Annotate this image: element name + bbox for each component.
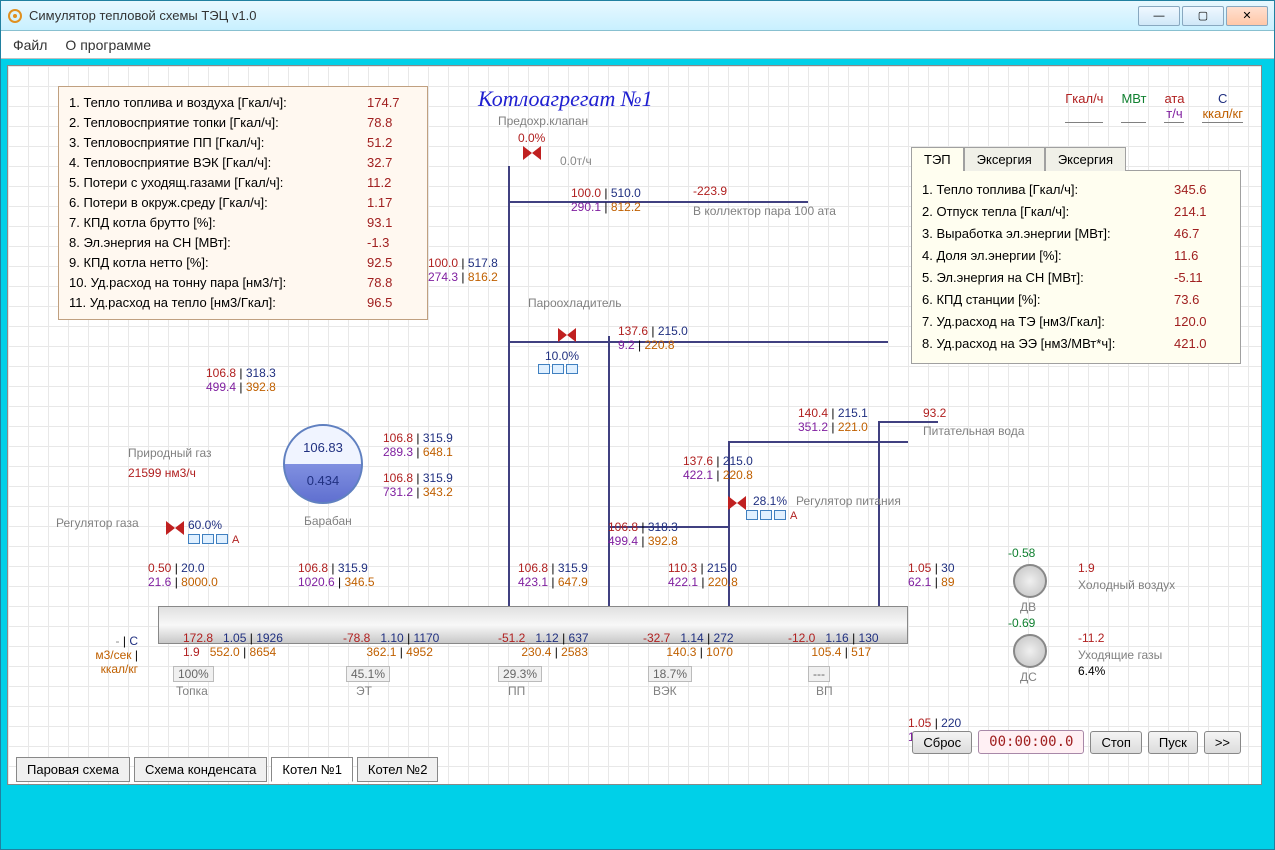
window-title: Симулятор тепловой схемы ТЭЦ v1.0 [29,8,1138,23]
fastforward-button[interactable]: >> [1204,731,1241,754]
desuper-controls[interactable] [538,364,578,374]
tab-steam[interactable]: Паровая схема [16,757,130,782]
left-stats-box: 1. Тепло топлива и воздуха [Гкал/ч]:174.… [58,86,428,320]
units-legend: Гкал/ч МВт атат/ч Сккал/кг [1065,91,1243,123]
drum: 106.83 0.434 [283,424,363,504]
simulation-controls: Сброс 00:00:00.0 Стоп Пуск >> [912,730,1241,754]
gas-controls[interactable]: А [188,534,239,546]
desuper-valve-icon [558,328,576,342]
gas-valve-icon [166,521,184,535]
reset-button[interactable]: Сброс [912,731,972,754]
tab-boiler1[interactable]: Котел №1 [271,757,353,782]
gear-icon [7,8,23,24]
titlebar: Симулятор тепловой схемы ТЭЦ v1.0 — ▢ ✕ [1,1,1274,31]
safety-valve-label: Предохр.клапан [498,114,588,128]
sim-time: 00:00:00.0 [978,730,1084,754]
stop-button[interactable]: Стоп [1090,731,1141,754]
tab-boiler2[interactable]: Котел №2 [357,757,439,782]
start-button[interactable]: Пуск [1148,731,1198,754]
menu-file[interactable]: Файл [13,37,47,53]
feed-controls[interactable]: А [746,510,797,522]
bottom-tabs: Паровая схема Схема конденсата Котел №1 … [16,757,438,782]
tep-tab-3[interactable]: Эксергия [1045,147,1126,171]
safety-valve-icon [523,146,541,160]
feed-valve-icon [728,496,746,510]
menubar: Файл О программе [1,31,1274,59]
diagram-canvas: 1. Тепло топлива и воздуха [Гкал/ч]:174.… [7,65,1262,785]
fan-ds [1013,634,1047,668]
maximize-button[interactable]: ▢ [1182,6,1224,26]
fan-dv [1013,564,1047,598]
tep-tab-1[interactable]: ТЭП [911,147,964,171]
menu-about[interactable]: О программе [65,37,151,53]
close-button[interactable]: ✕ [1226,6,1268,26]
tep-tab-2[interactable]: Эксергия [964,147,1045,171]
minimize-button[interactable]: — [1138,6,1180,26]
tab-condensate[interactable]: Схема конденсата [134,757,267,782]
tep-panel: ТЭП Эксергия Эксергия 1. Тепло топлива [… [911,146,1241,364]
boiler-title: Котлоагрегат №1 [478,86,653,112]
